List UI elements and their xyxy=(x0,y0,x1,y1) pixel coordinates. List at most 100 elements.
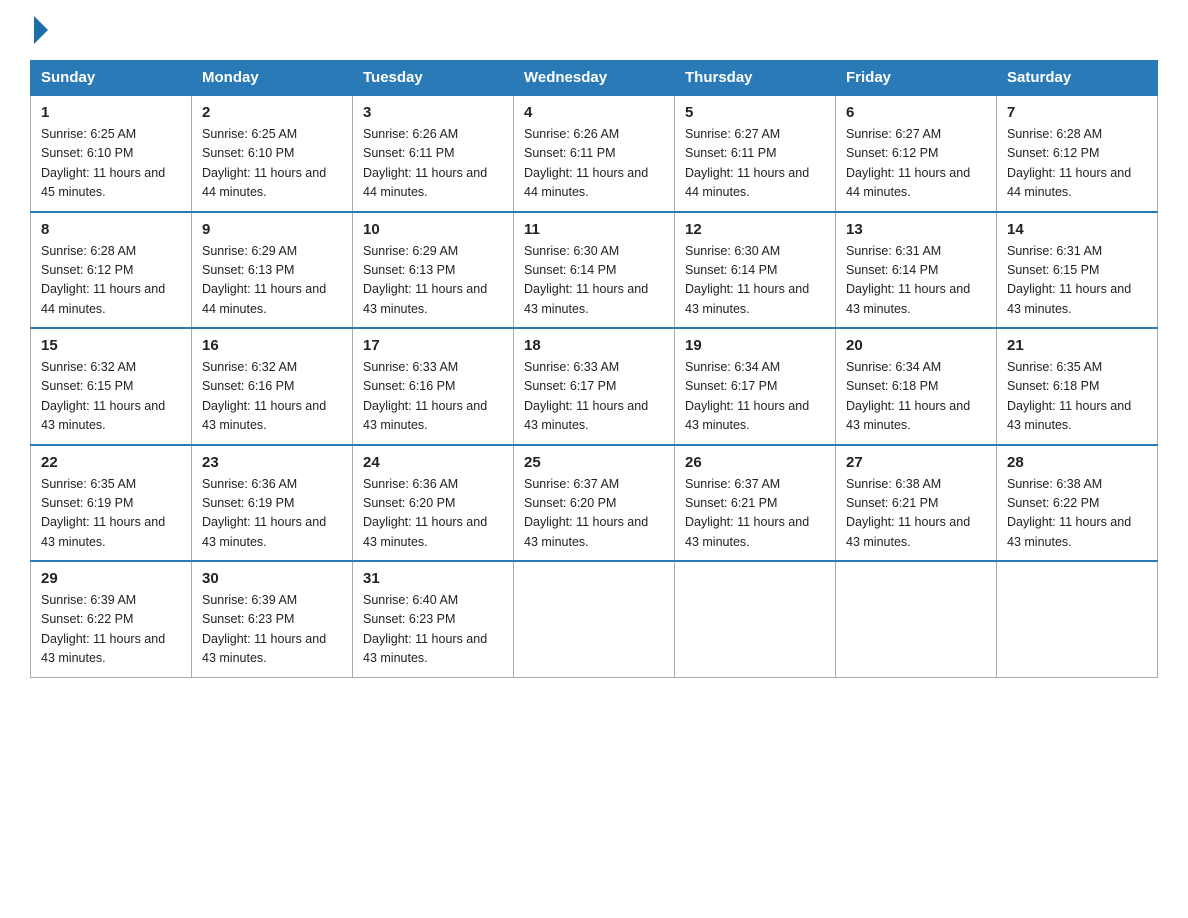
day-info: Sunrise: 6:34 AMSunset: 6:18 PMDaylight:… xyxy=(846,358,986,436)
day-cell-18: 18 Sunrise: 6:33 AMSunset: 6:17 PMDayligh… xyxy=(514,328,675,445)
week-row-1: 1 Sunrise: 6:25 AMSunset: 6:10 PMDaylight… xyxy=(31,95,1158,212)
day-info: Sunrise: 6:37 AMSunset: 6:20 PMDaylight:… xyxy=(524,475,664,553)
day-cell-2: 2 Sunrise: 6:25 AMSunset: 6:10 PMDaylight… xyxy=(192,95,353,212)
day-number: 10 xyxy=(363,221,503,238)
day-number: 2 xyxy=(202,104,342,121)
week-row-5: 29 Sunrise: 6:39 AMSunset: 6:22 PMDayligh… xyxy=(31,561,1158,677)
day-info: Sunrise: 6:38 AMSunset: 6:21 PMDaylight:… xyxy=(846,475,986,553)
day-cell-3: 3 Sunrise: 6:26 AMSunset: 6:11 PMDaylight… xyxy=(353,95,514,212)
day-info: Sunrise: 6:31 AMSunset: 6:15 PMDaylight:… xyxy=(1007,242,1147,320)
day-info: Sunrise: 6:37 AMSunset: 6:21 PMDaylight:… xyxy=(685,475,825,553)
day-info: Sunrise: 6:36 AMSunset: 6:20 PMDaylight:… xyxy=(363,475,503,553)
day-number: 7 xyxy=(1007,104,1147,121)
day-info: Sunrise: 6:35 AMSunset: 6:19 PMDaylight:… xyxy=(41,475,181,553)
day-cell-7: 7 Sunrise: 6:28 AMSunset: 6:12 PMDaylight… xyxy=(997,95,1158,212)
weekday-header-wednesday: Wednesday xyxy=(514,61,675,96)
day-cell-11: 11Sunrise: 6:30 AMSunset: 6:14 PMDayligh… xyxy=(514,212,675,329)
day-info: Sunrise: 6:32 AMSunset: 6:15 PMDaylight:… xyxy=(41,358,181,436)
day-number: 25 xyxy=(524,454,664,471)
day-cell-20: 20 Sunrise: 6:34 AMSunset: 6:18 PMDayligh… xyxy=(836,328,997,445)
day-info: Sunrise: 6:26 AMSunset: 6:11 PMDaylight:… xyxy=(524,125,664,203)
day-number: 22 xyxy=(41,454,181,471)
day-info: Sunrise: 6:31 AMSunset: 6:14 PMDaylight:… xyxy=(846,242,986,320)
day-cell-14: 14Sunrise: 6:31 AMSunset: 6:15 PMDayligh… xyxy=(997,212,1158,329)
day-number: 18 xyxy=(524,337,664,354)
day-cell-27: 27 Sunrise: 6:38 AMSunset: 6:21 PMDayligh… xyxy=(836,445,997,562)
day-number: 29 xyxy=(41,570,181,587)
logo xyxy=(30,20,48,40)
day-number: 6 xyxy=(846,104,986,121)
day-info: Sunrise: 6:33 AMSunset: 6:16 PMDaylight:… xyxy=(363,358,503,436)
day-info: Sunrise: 6:30 AMSunset: 6:14 PMDaylight:… xyxy=(685,242,825,320)
day-number: 21 xyxy=(1007,337,1147,354)
day-cell-10: 10 Sunrise: 6:29 AMSunset: 6:13 PMDayligh… xyxy=(353,212,514,329)
day-cell-15: 15 Sunrise: 6:32 AMSunset: 6:15 PMDayligh… xyxy=(31,328,192,445)
day-cell-1: 1Sunrise: 6:25 AMSunset: 6:10 PMDaylight… xyxy=(31,95,192,212)
page-header xyxy=(30,20,1158,40)
day-number: 24 xyxy=(363,454,503,471)
day-number: 4 xyxy=(524,104,664,121)
day-cell-17: 17 Sunrise: 6:33 AMSunset: 6:16 PMDayligh… xyxy=(353,328,514,445)
day-number: 27 xyxy=(846,454,986,471)
day-info: Sunrise: 6:28 AMSunset: 6:12 PMDaylight:… xyxy=(1007,125,1147,203)
day-cell-4: 4 Sunrise: 6:26 AMSunset: 6:11 PMDaylight… xyxy=(514,95,675,212)
day-number: 26 xyxy=(685,454,825,471)
day-number: 1 xyxy=(41,104,181,121)
day-number: 19 xyxy=(685,337,825,354)
logo-arrow-icon xyxy=(34,16,48,44)
day-cell-6: 6 Sunrise: 6:27 AMSunset: 6:12 PMDaylight… xyxy=(836,95,997,212)
day-number: 3 xyxy=(363,104,503,121)
empty-cell xyxy=(836,561,997,677)
week-row-3: 15 Sunrise: 6:32 AMSunset: 6:15 PMDayligh… xyxy=(31,328,1158,445)
day-info: Sunrise: 6:34 AMSunset: 6:17 PMDaylight:… xyxy=(685,358,825,436)
day-cell-22: 22 Sunrise: 6:35 AMSunset: 6:19 PMDayligh… xyxy=(31,445,192,562)
weekday-header-sunday: Sunday xyxy=(31,61,192,96)
day-number: 15 xyxy=(41,337,181,354)
day-info: Sunrise: 6:39 AMSunset: 6:22 PMDaylight:… xyxy=(41,591,181,669)
weekday-header-thursday: Thursday xyxy=(675,61,836,96)
empty-cell xyxy=(514,561,675,677)
day-info: Sunrise: 6:35 AMSunset: 6:18 PMDaylight:… xyxy=(1007,358,1147,436)
day-number: 11 xyxy=(524,221,664,238)
day-info: Sunrise: 6:33 AMSunset: 6:17 PMDaylight:… xyxy=(524,358,664,436)
weekday-header-row: SundayMondayTuesdayWednesdayThursdayFrid… xyxy=(31,61,1158,96)
day-cell-28: 28Sunrise: 6:38 AMSunset: 6:22 PMDayligh… xyxy=(997,445,1158,562)
day-cell-29: 29 Sunrise: 6:39 AMSunset: 6:22 PMDayligh… xyxy=(31,561,192,677)
weekday-header-monday: Monday xyxy=(192,61,353,96)
day-cell-12: 12 Sunrise: 6:30 AMSunset: 6:14 PMDayligh… xyxy=(675,212,836,329)
weekday-header-tuesday: Tuesday xyxy=(353,61,514,96)
day-cell-9: 9 Sunrise: 6:29 AMSunset: 6:13 PMDaylight… xyxy=(192,212,353,329)
day-info: Sunrise: 6:29 AMSunset: 6:13 PMDaylight:… xyxy=(202,242,342,320)
day-info: Sunrise: 6:40 AMSunset: 6:23 PMDaylight:… xyxy=(363,591,503,669)
day-cell-19: 19 Sunrise: 6:34 AMSunset: 6:17 PMDayligh… xyxy=(675,328,836,445)
week-row-4: 22 Sunrise: 6:35 AMSunset: 6:19 PMDayligh… xyxy=(31,445,1158,562)
day-info: Sunrise: 6:27 AMSunset: 6:12 PMDaylight:… xyxy=(846,125,986,203)
day-cell-25: 25 Sunrise: 6:37 AMSunset: 6:20 PMDayligh… xyxy=(514,445,675,562)
day-info: Sunrise: 6:26 AMSunset: 6:11 PMDaylight:… xyxy=(363,125,503,203)
day-number: 8 xyxy=(41,221,181,238)
day-number: 5 xyxy=(685,104,825,121)
day-number: 20 xyxy=(846,337,986,354)
day-info: Sunrise: 6:29 AMSunset: 6:13 PMDaylight:… xyxy=(363,242,503,320)
empty-cell xyxy=(997,561,1158,677)
day-number: 30 xyxy=(202,570,342,587)
day-number: 12 xyxy=(685,221,825,238)
day-info: Sunrise: 6:36 AMSunset: 6:19 PMDaylight:… xyxy=(202,475,342,553)
day-number: 16 xyxy=(202,337,342,354)
day-number: 13 xyxy=(846,221,986,238)
day-cell-13: 13 Sunrise: 6:31 AMSunset: 6:14 PMDayligh… xyxy=(836,212,997,329)
day-cell-30: 30Sunrise: 6:39 AMSunset: 6:23 PMDayligh… xyxy=(192,561,353,677)
day-cell-21: 21 Sunrise: 6:35 AMSunset: 6:18 PMDayligh… xyxy=(997,328,1158,445)
day-number: 23 xyxy=(202,454,342,471)
day-cell-26: 26 Sunrise: 6:37 AMSunset: 6:21 PMDayligh… xyxy=(675,445,836,562)
day-number: 31 xyxy=(363,570,503,587)
day-cell-16: 16 Sunrise: 6:32 AMSunset: 6:16 PMDayligh… xyxy=(192,328,353,445)
weekday-header-saturday: Saturday xyxy=(997,61,1158,96)
day-number: 9 xyxy=(202,221,342,238)
day-info: Sunrise: 6:28 AMSunset: 6:12 PMDaylight:… xyxy=(41,242,181,320)
day-info: Sunrise: 6:25 AMSunset: 6:10 PMDaylight:… xyxy=(202,125,342,203)
calendar-table: SundayMondayTuesdayWednesdayThursdayFrid… xyxy=(30,60,1158,678)
day-cell-31: 31 Sunrise: 6:40 AMSunset: 6:23 PMDayligh… xyxy=(353,561,514,677)
day-number: 17 xyxy=(363,337,503,354)
day-info: Sunrise: 6:32 AMSunset: 6:16 PMDaylight:… xyxy=(202,358,342,436)
